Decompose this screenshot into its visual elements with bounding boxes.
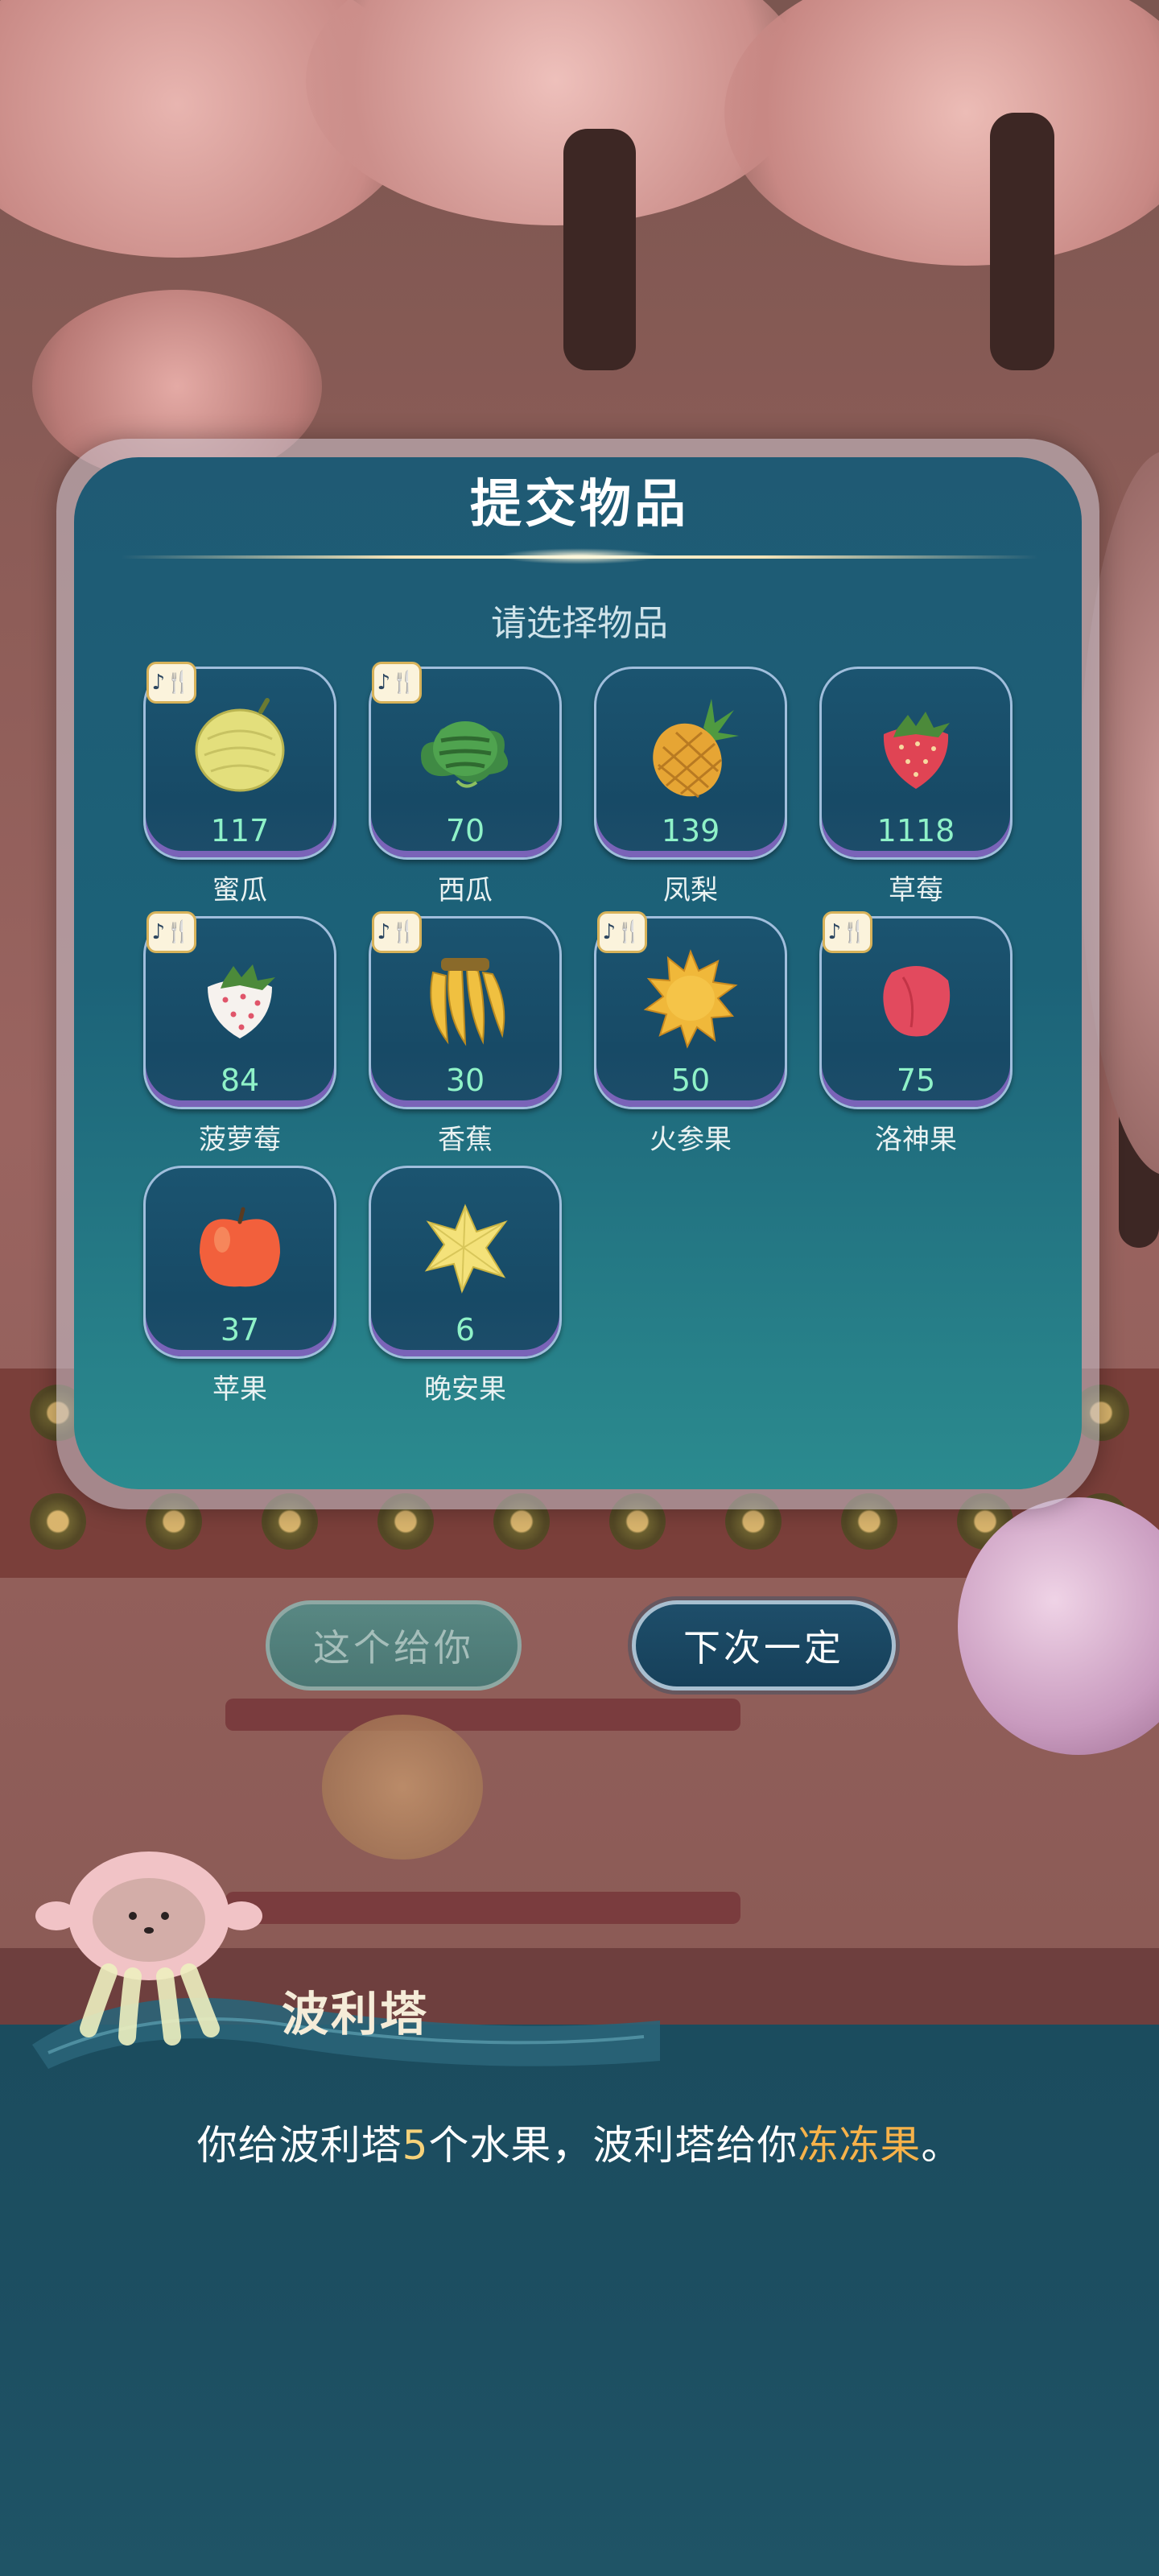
npc-dialogue-box[interactable] (0, 2025, 1159, 2576)
kiwano-icon (643, 949, 738, 1049)
item-count: 30 (445, 1063, 485, 1098)
item-count: 1118 (876, 813, 955, 848)
item-slot-roselle[interactable]: ♪🍴 75 洛神果 (819, 911, 1013, 1158)
melon-icon (195, 698, 285, 792)
item-count: 50 (670, 1063, 711, 1098)
tree-trunk (990, 113, 1054, 370)
next-time-button[interactable]: 下次一定 (632, 1600, 896, 1690)
item-count: 139 (661, 813, 720, 848)
item-name: 洛神果 (875, 1124, 957, 1156)
item-name: 火参果 (650, 1124, 732, 1156)
jellyfish-npc-avatar (35, 1852, 262, 2046)
item-slot-pineberry[interactable]: ♪🍴 84 菠萝莓 (143, 911, 336, 1158)
item-count: 75 (896, 1063, 936, 1098)
item-slot-pineapple[interactable]: 139 凤梨 (594, 667, 787, 908)
item-slot-apple[interactable]: 37 苹果 (143, 1166, 336, 1407)
banana-icon (430, 958, 505, 1046)
title-divider-glow (499, 548, 660, 564)
item-name: 凤梨 (663, 874, 718, 906)
item-count: 117 (210, 813, 270, 848)
dialogue-text-part: 你给波利塔 (196, 2122, 402, 2169)
npc-shadow (322, 1715, 483, 1860)
watermelon-icon (421, 721, 509, 788)
item-count: 37 (220, 1312, 260, 1348)
shop-shelf (225, 1699, 740, 1731)
item-name: 西瓜 (438, 874, 493, 906)
item-slot-melon[interactable]: ♪🍴 117 蜜瓜 (143, 662, 336, 908)
white-strawberry-icon (208, 964, 275, 1038)
item-slot-goodnight-fruit[interactable]: 6 晚安果 (369, 1166, 562, 1407)
dialogue-text-part: 。 (921, 2122, 963, 2169)
item-count: 70 (445, 813, 485, 848)
item-name: 晚安果 (424, 1373, 506, 1406)
strawberry-icon (883, 712, 950, 789)
item-slot-kiwano[interactable]: ♪🍴 50 火参果 (594, 911, 787, 1158)
dialog-title: 提交物品 (470, 475, 689, 535)
dialog-subtitle: 请选择物品 (491, 603, 668, 644)
star-fruit-icon (424, 1203, 508, 1294)
roselle-icon (883, 966, 951, 1037)
item-count: 6 (455, 1312, 476, 1348)
item-name: 苹果 (212, 1373, 267, 1406)
pineapple-icon (653, 699, 739, 799)
item-slot-strawberry[interactable]: 1118 草莓 (819, 667, 1013, 908)
speaker-name: 波利塔 (282, 1987, 430, 2041)
tree-trunk (563, 129, 636, 370)
item-name: 菠萝莓 (199, 1124, 281, 1156)
dialogue-highlight-item: 冻冻果 (798, 2122, 922, 2169)
item-name: 蜜瓜 (212, 874, 267, 906)
item-slot-banana[interactable]: ♪🍴 30 香蕉 (369, 911, 562, 1158)
shop-shelf (225, 1892, 740, 1924)
apple-icon (200, 1207, 280, 1287)
item-count: 84 (220, 1063, 260, 1098)
item-name: 草莓 (889, 874, 943, 906)
dialogue-number: 5 (402, 2122, 429, 2169)
give-this-button[interactable]: 这个给你 (266, 1600, 522, 1690)
item-slot-watermelon[interactable]: ♪🍴 70 西瓜 (369, 662, 562, 908)
dialogue-text: 你给波利塔5个水果，波利塔给你冻冻果。 (0, 2113, 1159, 2171)
dialogue-text-part: 个水果，波利塔给你 (428, 2122, 798, 2169)
item-name: 香蕉 (438, 1124, 493, 1156)
